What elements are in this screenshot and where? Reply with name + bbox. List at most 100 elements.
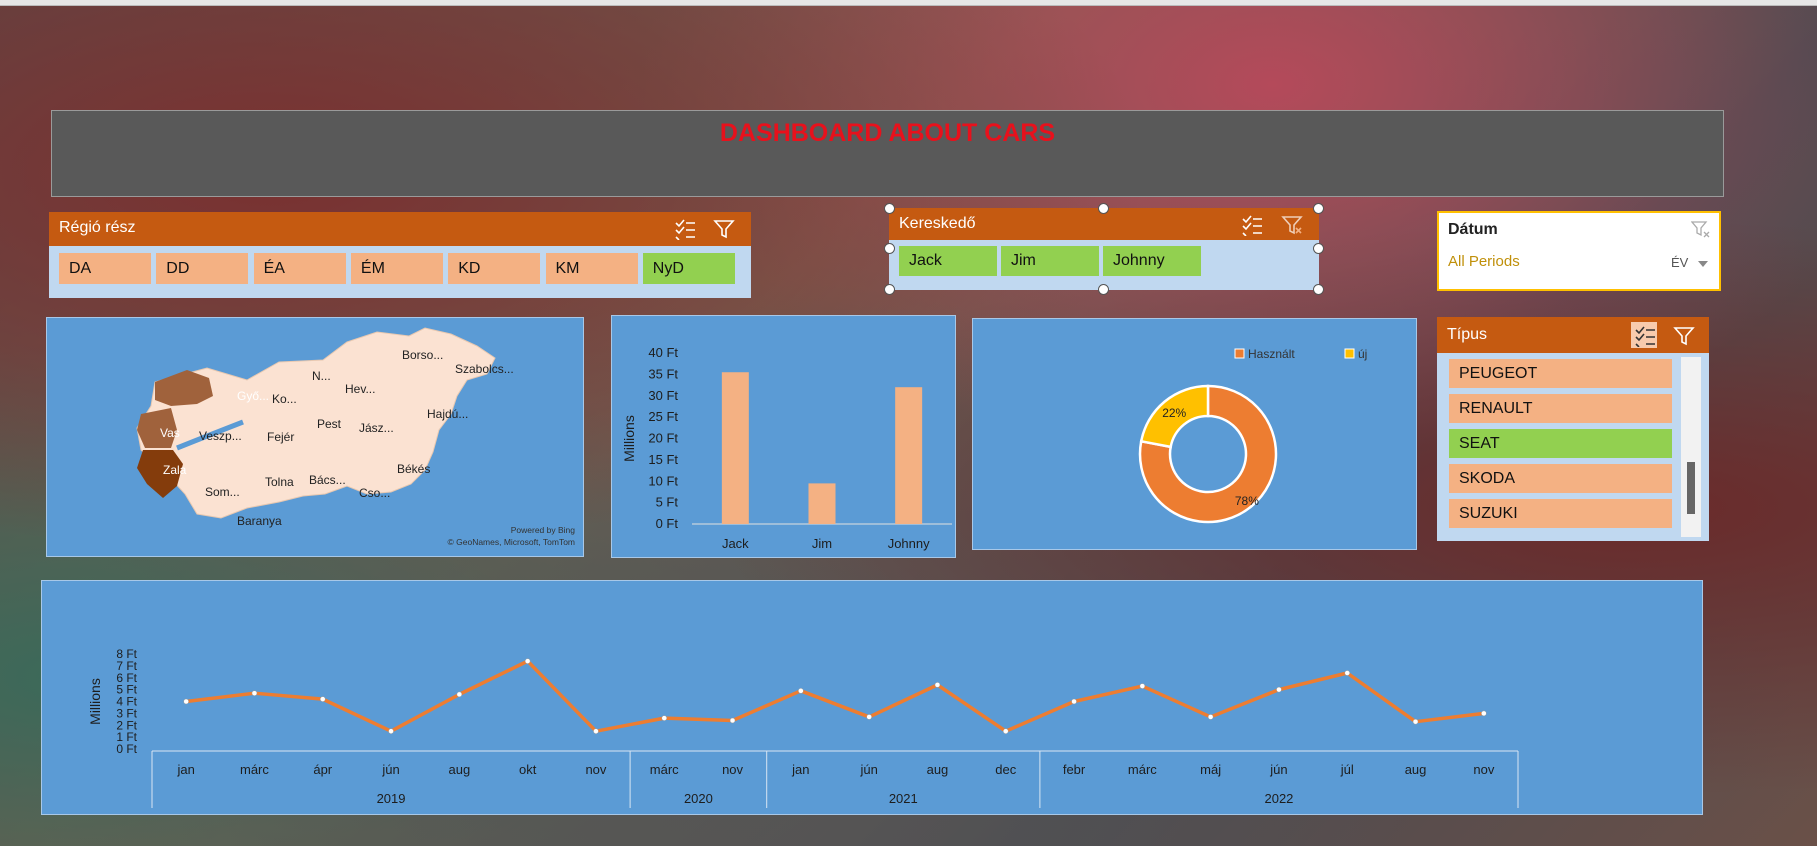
map-region-label: Baranya: [237, 514, 282, 528]
spreadsheet-top-strip: [0, 0, 1817, 6]
legend-label: Használt: [1248, 347, 1295, 361]
map-region-label: Jász...: [359, 421, 394, 435]
data-point: [661, 715, 667, 721]
data-point: [456, 691, 463, 698]
map-region-label: Bács...: [309, 473, 346, 487]
dealer-slicer[interactable]: Kereskedő Jack Jim Johnny: [889, 208, 1319, 290]
clear-filter-icon[interactable]: [1281, 214, 1303, 236]
time-level-selector[interactable]: ÉV: [1671, 255, 1688, 270]
x-tick-label: nov: [722, 762, 743, 777]
line-chart-svg: 0 Ft1 Ft2 Ft3 Ft4 Ft5 Ft6 Ft7 Ft8 FtMill…: [87, 647, 1519, 808]
x-tick-label: Jack: [722, 536, 749, 551]
clear-filter-icon[interactable]: [1673, 325, 1695, 347]
date-slicer-title: Dátum: [1448, 221, 1498, 238]
x-tick-label: júl: [1340, 762, 1354, 777]
map-region-label: Győ...: [237, 389, 269, 403]
condition-donut-chart[interactable]: 78% 22% Használt új: [972, 318, 1417, 550]
data-point: [524, 658, 531, 664]
resize-handle[interactable]: [884, 243, 895, 254]
resize-handle[interactable]: [1313, 284, 1324, 295]
region-chip[interactable]: DD: [156, 253, 249, 284]
x-tick-label: aug: [927, 762, 949, 777]
resize-handle[interactable]: [1313, 243, 1324, 254]
map-region-label: Ko...: [272, 392, 297, 406]
monthly-line-chart[interactable]: 0 Ft 1 Ft 2 Ft 3 Ft 4 Ft 5 Ft 6 Ft 7 Ft 8 Ft Mill…: [41, 580, 1703, 815]
resize-handle[interactable]: [884, 203, 895, 214]
type-chip[interactable]: RENAULT: [1449, 394, 1672, 423]
region-slicer[interactable]: Régió rész DA DD ÉA ÉM KD KM NyD: [49, 212, 751, 298]
multi-select-icon: [1635, 326, 1655, 347]
region-chip[interactable]: DA: [59, 253, 151, 284]
data-point: [183, 698, 189, 705]
y-tick-label: 10 Ft: [648, 473, 678, 488]
x-tick-label: Johnny: [888, 536, 930, 551]
map-credit-1: Powered by Bing: [511, 525, 576, 535]
data-point: [798, 688, 804, 694]
scrollbar-thumb[interactable]: [1687, 462, 1695, 514]
region-map-chart[interactable]: Borso... Szabolcs... N... Hev... Győ... Ko...…: [46, 317, 584, 557]
clear-filter-icon[interactable]: [1691, 221, 1711, 239]
bar: [721, 372, 749, 524]
chevron-down-icon[interactable]: [1698, 261, 1708, 267]
x-group-label: 2021: [889, 791, 918, 806]
dashboard-header: DASHBOARD ABOUT CARS: [51, 110, 1724, 197]
y-axis-title: Millions: [621, 415, 637, 462]
map-region-label: Békés: [397, 462, 430, 476]
legend-label: új: [1358, 347, 1367, 361]
y-tick-label: 15 Ft: [648, 452, 678, 467]
x-tick-label: jún: [381, 762, 399, 777]
resize-handle[interactable]: [1098, 284, 1109, 295]
series-line: [185, 659, 1485, 733]
y-tick-label: 30 Ft: [648, 388, 678, 403]
region-chip[interactable]: NyD: [642, 253, 735, 284]
clear-filter-icon[interactable]: [713, 218, 735, 240]
x-tick-label: márc: [650, 762, 679, 777]
dealer-slicer-title: Kereskedő: [899, 215, 976, 232]
data-point: [1071, 698, 1077, 705]
region-chip[interactable]: ÉA: [253, 253, 346, 284]
x-tick-label: dec: [995, 762, 1016, 777]
dealer-bar-chart[interactable]: 0 Ft 5 Ft 10 Ft 15 Ft 20 Ft 25 Ft 30 Ft 35 Ft 40…: [611, 315, 956, 558]
x-tick-label: aug: [448, 762, 470, 777]
map-region-label: Hajdú...: [427, 407, 468, 421]
scrollbar[interactable]: [1681, 357, 1701, 537]
type-chip[interactable]: SEAT: [1449, 429, 1672, 458]
map-region-label: N...: [312, 369, 331, 383]
data-point: [388, 728, 394, 734]
type-chip[interactable]: PEUGEOT: [1449, 359, 1672, 388]
x-tick-label: Jim: [812, 536, 832, 551]
x-tick-label: máj: [1200, 762, 1221, 777]
dealer-chip[interactable]: Jim: [1001, 246, 1099, 276]
legend-swatch: [1344, 348, 1355, 359]
type-chip[interactable]: SUZUKI: [1449, 499, 1672, 528]
map-region-label: Cso...: [359, 486, 390, 500]
data-point: [729, 717, 736, 724]
type-slicer-header: Típus: [1437, 317, 1709, 353]
data-point: [251, 690, 258, 696]
map-region-label: Szabolcs...: [455, 362, 514, 376]
resize-handle[interactable]: [884, 284, 895, 295]
resize-handle[interactable]: [1313, 203, 1324, 214]
donut-data-label: 22%: [1162, 406, 1186, 420]
dealer-chip[interactable]: Jack: [899, 246, 997, 276]
region-slicer-header: Régió rész: [49, 212, 751, 246]
region-chip[interactable]: KD: [448, 253, 541, 284]
multi-select-toggle[interactable]: [1630, 321, 1658, 349]
date-timeline-slicer[interactable]: Dátum All Periods ÉV: [1437, 211, 1721, 291]
map-region-label: Borso...: [402, 348, 443, 362]
multi-select-icon[interactable]: [674, 218, 696, 240]
y-tick-label: 35 Ft: [648, 366, 678, 381]
type-chip[interactable]: SKODA: [1449, 464, 1672, 493]
x-tick-label: jan: [791, 762, 809, 777]
region-chip[interactable]: KM: [545, 253, 638, 284]
map-region-label: Zala: [163, 463, 187, 477]
data-point: [1207, 714, 1214, 720]
resize-handle[interactable]: [1098, 203, 1109, 214]
multi-select-icon[interactable]: [1241, 214, 1263, 236]
y-axis-title: Millions: [87, 678, 103, 725]
region-chip[interactable]: ÉM: [350, 253, 443, 284]
type-slicer[interactable]: Típus PEUGEOT RENAULT SEAT SKODA SUZUKI: [1437, 317, 1709, 541]
x-tick-label: febr: [1063, 762, 1086, 777]
donut-data-label: 78%: [1235, 494, 1259, 508]
dealer-chip[interactable]: Johnny: [1103, 246, 1201, 276]
